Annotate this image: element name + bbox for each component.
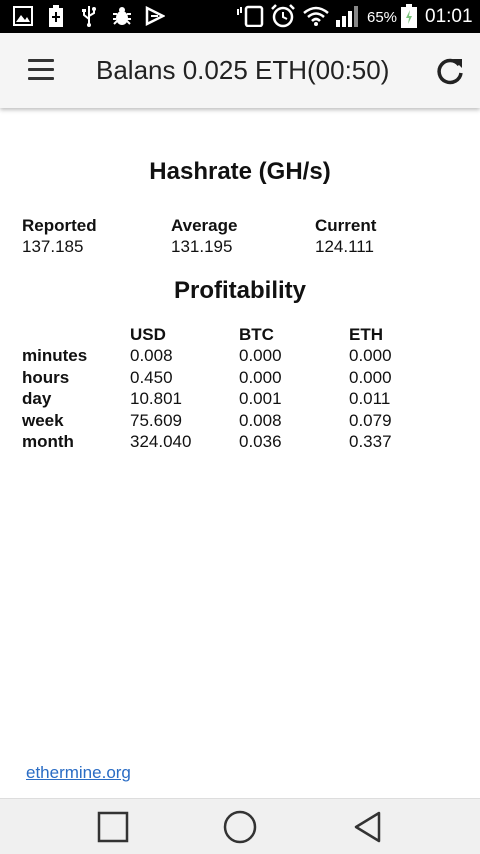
battery-icon	[400, 4, 418, 28]
cell-eth: 0.011	[349, 389, 391, 409]
hashrate-current-value: 124.111	[315, 237, 374, 256]
cell-usd: 75.609	[130, 410, 182, 430]
status-bar: 65% 01:01	[0, 0, 480, 33]
hashrate-title: Hashrate (GH/s)	[149, 158, 331, 185]
menu-icon[interactable]	[28, 59, 54, 81]
vibrate-icon	[236, 5, 266, 27]
image-icon	[12, 5, 34, 27]
ethermine-link[interactable]: ethermine.org	[26, 763, 131, 783]
clock: 01:01	[425, 6, 473, 27]
refresh-icon[interactable]	[434, 55, 466, 87]
row-label: minutes	[22, 346, 88, 366]
back-icon[interactable]	[350, 809, 386, 845]
row-label: hours	[22, 367, 70, 387]
navigation-bar	[0, 798, 480, 854]
recents-icon[interactable]	[95, 809, 131, 845]
table-row: week 75.609 0.008 0.079	[22, 410, 429, 432]
hashrate-reported: Reported 137.185	[22, 215, 97, 257]
table-row: month 324.040 0.036 0.337	[22, 432, 429, 454]
debug-icon	[110, 5, 134, 27]
hashrate-average-value: 131.195	[171, 237, 233, 256]
hashrate-current: Current 124.111	[315, 215, 376, 257]
play-store-icon	[144, 5, 166, 27]
table-row: hours 0.450 0.000 0.000	[22, 367, 429, 389]
header-eth: ETH	[349, 324, 383, 344]
profitability-table: USD BTC ETH minutes 0.008 0.000 0.000 ho…	[22, 324, 429, 453]
cell-btc: 0.008	[239, 410, 282, 430]
cell-btc: 0.036	[239, 432, 282, 452]
table-row: day 10.801 0.001 0.011	[22, 389, 429, 411]
hashrate-reported-label: Reported	[22, 216, 97, 235]
table-row: minutes 0.008 0.000 0.000	[22, 346, 429, 368]
wifi-icon	[302, 5, 330, 27]
hashrate-reported-value: 137.185	[22, 237, 84, 256]
row-label: month	[22, 432, 74, 452]
table-header-row: USD BTC ETH	[22, 324, 429, 346]
usb-icon	[80, 5, 98, 27]
app-bar-title: Balans 0.025 ETH(00:50)	[96, 55, 390, 85]
row-label: day	[22, 389, 52, 409]
app-bar: Balans 0.025 ETH(00:50)	[0, 33, 480, 108]
header-usd: USD	[130, 324, 166, 344]
cell-btc: 0.000	[239, 367, 282, 387]
alarm-icon	[270, 4, 296, 28]
header-empty	[22, 324, 130, 346]
home-icon[interactable]	[222, 809, 258, 845]
header-btc: BTC	[239, 324, 274, 344]
cell-eth: 0.079	[349, 410, 392, 430]
profitability-title: Profitability	[173, 277, 306, 304]
cell-eth: 0.337	[349, 432, 392, 452]
signal-icon	[334, 5, 362, 27]
cell-usd: 324.040	[130, 432, 192, 452]
cell-btc: 0.001	[239, 389, 282, 409]
cell-btc: 0.000	[239, 346, 282, 366]
row-label: week	[22, 410, 64, 430]
cell-usd: 0.450	[130, 367, 173, 387]
cell-usd: 10.801	[130, 389, 182, 409]
cell-eth: 0.000	[349, 346, 392, 366]
battery-percent: 65%	[367, 9, 398, 26]
cell-usd: 0.008	[130, 346, 173, 366]
hashrate-current-label: Current	[315, 216, 377, 235]
battery-saver-icon	[48, 5, 64, 27]
hashrate-average: Average 131.195	[171, 215, 237, 257]
hashrate-average-label: Average	[171, 216, 238, 235]
cell-eth: 0.000	[349, 367, 392, 387]
